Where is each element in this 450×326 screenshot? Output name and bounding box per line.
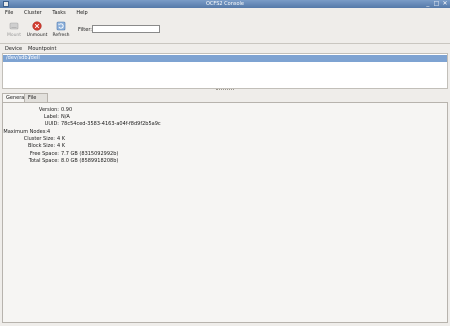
- field-key-uuid: UUID:: [44, 121, 59, 127]
- window-app-icon[interactable]: [3, 1, 9, 7]
- filter-input[interactable]: [92, 25, 160, 33]
- row-device: /dev/sdb1: [6, 55, 31, 61]
- field-value-free-space: 7.7 GB (8315092992b): [61, 151, 119, 157]
- maximize-button[interactable]: □: [433, 0, 440, 8]
- menu-bar: File Cluster Tasks Help: [0, 8, 450, 18]
- refresh-button[interactable]: Refresh: [47, 21, 75, 41]
- filter-label: Filter:: [78, 27, 92, 33]
- app-window: OCFS2 Console _ □ ✕ File Cluster Tasks H…: [0, 0, 450, 326]
- refresh-button-label: Refresh: [52, 33, 70, 38]
- field-row-uuid: UUID:: [3, 121, 59, 128]
- field-row-version: Version:: [3, 107, 59, 114]
- minimize-button[interactable]: _: [425, 0, 431, 8]
- unmount-x-icon: [32, 21, 42, 31]
- field-row-max-nodes: Maximum Nodes:: [3, 129, 47, 136]
- device-list-header: Device Mountpoint: [0, 45, 450, 53]
- menu-help[interactable]: Help: [76, 8, 87, 18]
- field-key-cluster-size: Cluster Size:: [23, 136, 55, 142]
- general-panel: Version: 0.90 Label: N/A UUID: 78c54ced-…: [2, 102, 448, 323]
- field-value-cluster-size: 4 K: [57, 136, 66, 142]
- device-list[interactable]: /dev/sdb1 /dell: [2, 53, 448, 89]
- field-value-version: 0.90: [61, 107, 73, 113]
- field-row-free-space: Free Space:: [3, 151, 59, 158]
- menu-file[interactable]: File: [5, 8, 13, 18]
- field-key-version: Version:: [38, 107, 59, 113]
- field-key-max-nodes: Maximum Nodes:: [3, 129, 47, 135]
- field-value-max-nodes: 4: [47, 129, 51, 135]
- field-value-uuid: 78c54ced-3583-4163-a04f-f8d9f2b5a9c: [61, 121, 161, 127]
- title-bar: OCFS2 Console _ □ ✕: [0, 0, 450, 8]
- field-value-total-space: 8.0 GB (8589918208b): [61, 158, 119, 164]
- field-row-total-space: Total Space:: [3, 158, 59, 165]
- field-key-total-space: Total Space:: [28, 158, 59, 164]
- field-key-free-space: Free Space:: [29, 151, 59, 157]
- field-row-label: Label:: [3, 114, 59, 121]
- column-header-mountpoint[interactable]: Mountpoint: [28, 45, 56, 53]
- toolbar: Mount Unmount Refresh Filter:: [0, 18, 450, 42]
- menu-tasks[interactable]: Tasks: [52, 8, 65, 18]
- field-row-cluster-size: Cluster Size:: [3, 136, 55, 143]
- tab-file-listing[interactable]: File Listing: [24, 93, 49, 110]
- field-value-label: N/A: [61, 114, 70, 120]
- window-title: OCFS2 Console: [205, 1, 244, 7]
- table-row[interactable]: /dev/sdb1 /dell: [3, 55, 447, 62]
- menu-cluster[interactable]: Cluster: [24, 8, 42, 18]
- field-key-block-size: Block Size:: [27, 143, 55, 149]
- field-value-block-size: 4 K: [57, 143, 66, 149]
- field-row-block-size: Block Size:: [3, 143, 55, 150]
- column-header-device[interactable]: Device: [5, 45, 22, 53]
- disk-mount-icon: [9, 22, 19, 30]
- field-key-label: Label:: [43, 114, 59, 120]
- toolbar-divider: [0, 43, 450, 44]
- close-window-button[interactable]: ✕: [442, 0, 448, 8]
- row-mountpoint: /dell: [29, 55, 40, 61]
- pane-resize-handle[interactable]: [216, 89, 234, 92]
- refresh-icon: [56, 21, 66, 31]
